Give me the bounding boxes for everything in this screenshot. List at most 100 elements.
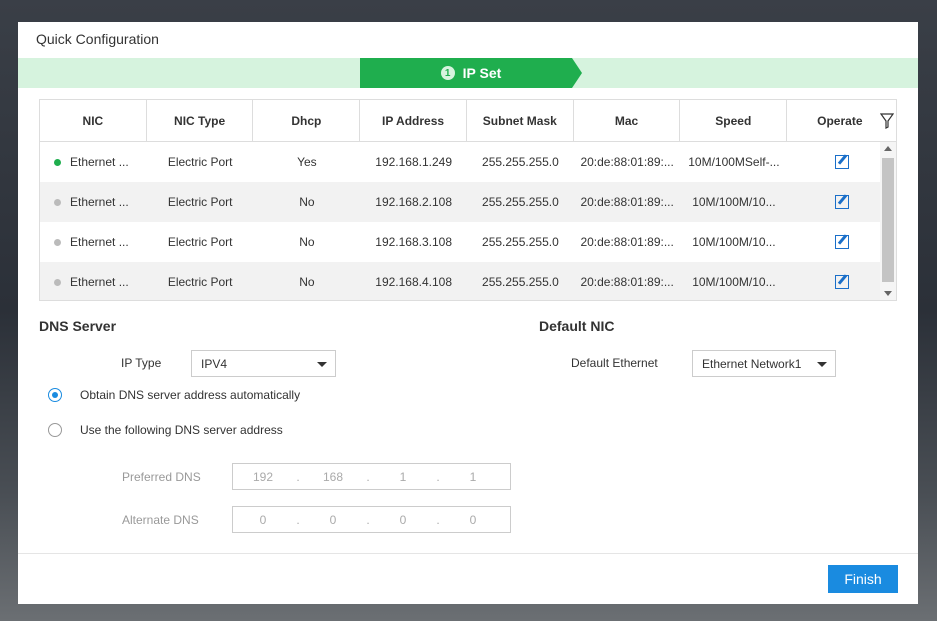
preferred-dns-label: Preferred DNS — [122, 470, 201, 484]
cell-speed: 10M/100MSelf-... — [688, 155, 780, 169]
status-dot-inactive — [54, 198, 61, 206]
cell-mac: 20:de:88:01:89:... — [580, 235, 674, 249]
ip-octet: 168 — [322, 469, 344, 484]
table-row[interactable]: Ethernet ... Electric Port No 192.168.2.… — [40, 182, 896, 222]
dialog-title: Quick Configuration — [36, 31, 159, 47]
cell-type: Electric Port — [167, 155, 233, 169]
ip-separator: . — [366, 512, 370, 527]
cell-dhcp: No — [299, 235, 315, 249]
col-mac: Mac — [574, 100, 681, 141]
col-nic-type: NIC Type — [147, 100, 254, 141]
ip-octet: 0 — [329, 512, 337, 527]
ip-octet: 0 — [259, 512, 267, 527]
ip-octet: 0 — [469, 512, 477, 527]
default-ethernet-value: Ethernet Network1 — [702, 356, 802, 371]
table-row[interactable]: Ethernet ... Electric Port Yes 192.168.1… — [40, 142, 896, 182]
ip-type-label: IP Type — [121, 356, 162, 370]
ip-separator: . — [366, 469, 370, 484]
cell-ip: 192.168.2.108 — [375, 195, 453, 209]
table-header: NIC NIC Type Dhcp IP Address Subnet Mask… — [40, 100, 896, 142]
finish-button[interactable]: Finish — [828, 565, 898, 593]
footer-divider — [18, 553, 918, 554]
col-operate-label: Operate — [817, 113, 863, 128]
nic-name: Ethernet ... — [70, 195, 129, 209]
col-nic: NIC — [40, 100, 147, 141]
ip-octet: 1 — [469, 469, 477, 484]
cell-ip: 192.168.3.108 — [375, 235, 453, 249]
col-dhcp: Dhcp — [253, 100, 361, 141]
ip-separator: . — [296, 469, 300, 484]
cell-nic: Ethernet ... — [40, 182, 147, 222]
ip-octet: 0 — [399, 512, 407, 527]
table-row[interactable]: Ethernet ... Electric Port No 192.168.4.… — [40, 262, 896, 300]
dns-manual-radio[interactable] — [48, 423, 62, 437]
default-nic-title: Default NIC — [539, 318, 615, 334]
default-ethernet-select[interactable]: Ethernet Network1 — [692, 350, 836, 377]
ip-type-value: IPV4 — [201, 356, 228, 371]
ip-octet: 192 — [252, 469, 274, 484]
cell-type: Electric Port — [167, 275, 233, 289]
cell-dhcp: Yes — [297, 155, 317, 169]
cell-nic: Ethernet ... — [40, 262, 147, 300]
step-ip-set: 1 IP Set — [360, 58, 582, 88]
cell-mac: 20:de:88:01:89:... — [580, 195, 674, 209]
alternate-dns-input[interactable]: 0. 0. 0. 0 — [232, 506, 511, 533]
cell-mac: 20:de:88:01:89:... — [580, 155, 674, 169]
dns-auto-radio[interactable] — [48, 388, 62, 402]
col-speed: Speed — [680, 100, 788, 141]
cell-type: Electric Port — [167, 235, 233, 249]
dns-server-title: DNS Server — [39, 318, 117, 334]
cell-speed: 10M/100M/10... — [692, 275, 776, 289]
ip-octet: 1 — [399, 469, 407, 484]
cell-speed: 10M/100M/10... — [692, 235, 776, 249]
table-body: Ethernet ... Electric Port Yes 192.168.1… — [40, 142, 896, 300]
ip-type-select[interactable]: IPV4 — [191, 350, 336, 377]
chevron-down-icon — [817, 362, 827, 367]
status-dot-inactive — [54, 238, 61, 246]
dns-manual-label[interactable]: Use the following DNS server address — [80, 423, 283, 437]
cell-mac: 20:de:88:01:89:... — [580, 275, 674, 289]
cell-dhcp: No — [299, 275, 315, 289]
step-bar: 1 IP Set — [18, 58, 918, 88]
col-operate: Operate — [787, 100, 896, 141]
nic-table: NIC NIC Type Dhcp IP Address Subnet Mask… — [39, 99, 897, 301]
filter-icon[interactable] — [879, 113, 894, 129]
nic-name: Ethernet ... — [70, 155, 129, 169]
col-subnet-mask: Subnet Mask — [467, 100, 574, 141]
scroll-down-arrow-icon[interactable] — [884, 291, 892, 296]
step-number: 1 — [440, 66, 455, 80]
ip-separator: . — [436, 469, 440, 484]
status-dot-inactive — [54, 278, 61, 286]
cell-mask: 255.255.255.0 — [482, 235, 559, 249]
table-scrollbar[interactable] — [880, 142, 896, 300]
scroll-thumb[interactable] — [882, 158, 894, 282]
table-row[interactable]: Ethernet ... Electric Port No 192.168.3.… — [40, 222, 896, 262]
step-label: IP Set — [462, 65, 502, 81]
quick-configuration-dialog: Quick Configuration 1 IP Set NIC NIC Typ… — [18, 22, 918, 604]
default-ethernet-label: Default Ethernet — [571, 356, 658, 370]
cell-mask: 255.255.255.0 — [482, 155, 559, 169]
cell-ip: 192.168.1.249 — [375, 155, 453, 169]
edit-icon[interactable] — [834, 155, 849, 169]
edit-icon[interactable] — [834, 195, 849, 209]
cell-ip: 192.168.4.108 — [375, 275, 453, 289]
ip-separator: . — [436, 512, 440, 527]
cell-mask: 255.255.255.0 — [482, 195, 559, 209]
alternate-dns-label: Alternate DNS — [122, 513, 199, 527]
cell-nic: Ethernet ... — [40, 222, 147, 262]
nic-name: Ethernet ... — [70, 275, 129, 289]
scroll-up-arrow-icon[interactable] — [884, 146, 892, 151]
edit-icon[interactable] — [834, 235, 849, 249]
nic-name: Ethernet ... — [70, 235, 129, 249]
status-dot-active — [54, 158, 61, 166]
col-ip-address: IP Address — [360, 100, 467, 141]
chevron-down-icon — [317, 362, 327, 367]
cell-speed: 10M/100M/10... — [692, 195, 776, 209]
cell-type: Electric Port — [167, 195, 233, 209]
preferred-dns-input[interactable]: 192. 168. 1. 1 — [232, 463, 511, 490]
cell-dhcp: No — [299, 195, 315, 209]
dns-auto-label[interactable]: Obtain DNS server address automatically — [80, 388, 300, 402]
ip-separator: . — [296, 512, 300, 527]
edit-icon[interactable] — [834, 275, 849, 289]
cell-mask: 255.255.255.0 — [482, 275, 559, 289]
